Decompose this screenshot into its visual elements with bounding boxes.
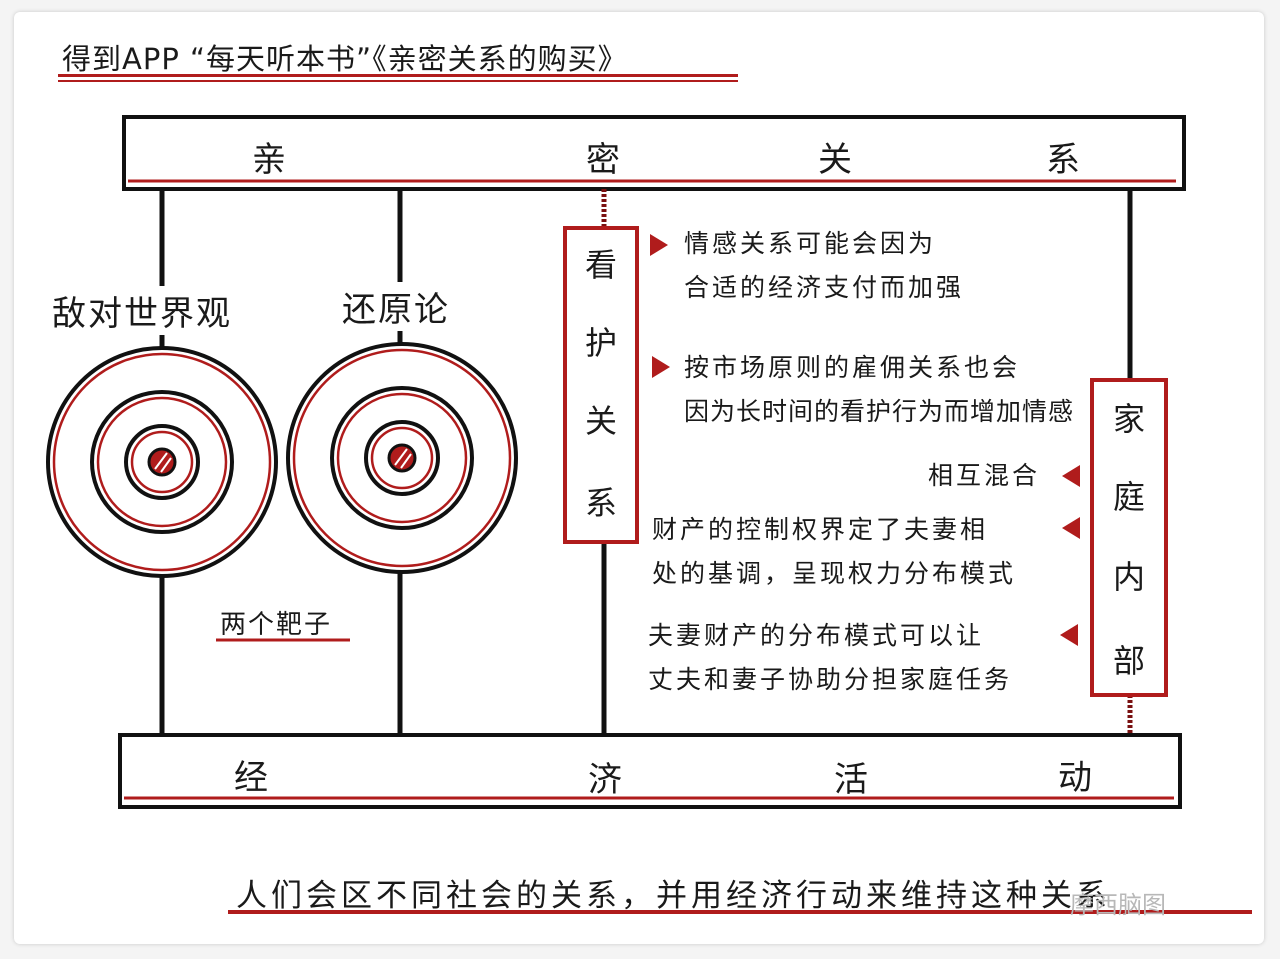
arrow-right-icon [650,234,668,256]
note-line: 财产的控制权界定了夫妻相 [652,515,989,544]
bottom-bar-char: 动 [1058,758,1092,798]
bottom-bar-char: 经 [234,758,268,798]
note-line: 处的基调，呈现权力分布模式 [652,559,1017,588]
bottom-bar-char: 活 [834,760,868,800]
arrow-left-icon [1060,624,1078,646]
bottom-bar-frame [118,733,1182,809]
top-bar-char: 亲 [252,140,286,180]
care-note-2: 按市场原则的雇佣关系也会 因为长时间的看护行为而增加情感 [684,346,1074,434]
family-internal-box: 家 庭 内 部 [1092,380,1166,695]
watermark: 摩西脑图 [1070,891,1166,919]
note-line: 按市场原则的雇佣关系也会 [684,353,1021,382]
arrow-left-icon [1062,517,1080,539]
targets-label: 两个靶子 [220,610,333,640]
care-box-char: 看 [584,246,617,284]
top-bar-char: 系 [1046,140,1080,180]
arrow-left-icon [1062,465,1080,487]
family-note-1: 相互混合 [928,454,1040,498]
family-box-char: 家 [1112,400,1145,438]
family-box-char: 内 [1112,558,1145,596]
care-box-char: 系 [584,484,617,522]
family-box-char: 庭 [1112,478,1145,516]
hostile-worlds-label: 敌对世界观 [48,286,236,335]
target-left [46,346,278,578]
family-note-2: 财产的控制权界定了夫妻相 处的基调，呈现权力分布模式 [652,508,1016,596]
note-line: 夫妻财产的分布模式可以让 [648,621,985,650]
arrow-right-icon [652,356,670,378]
note-line: 丈夫和妻子协助分担家庭任务 [648,665,1013,694]
note-line: 合适的经济支付而加强 [684,273,965,302]
diagram-structure [46,115,1252,914]
family-box-char: 部 [1112,642,1145,680]
top-bar-char: 密 [586,140,620,180]
care-relationship-box: 看 护 关 系 [565,228,637,542]
care-box-char: 护 [584,324,617,362]
care-note-1: 情感关系可能会因为 合适的经济支付而加强 [684,222,964,310]
target-right [286,342,518,574]
note-line: 情感关系可能会因为 [684,229,937,258]
note-line: 相互混合 [928,461,1041,490]
top-bar-char: 关 [818,140,852,180]
family-note-3: 夫妻财产的分布模式可以让 丈夫和妻子协助分担家庭任务 [648,614,1012,702]
note-line: 因为长时间的看护行为而增加情感 [684,397,1075,426]
footer-summary: 人们会区不同社会的关系，并用经济行动来维持这种关系 [236,878,1111,914]
care-box-char: 关 [584,402,617,440]
bottom-bar-char: 济 [588,760,622,800]
reductionism-label: 还原论 [338,282,454,331]
